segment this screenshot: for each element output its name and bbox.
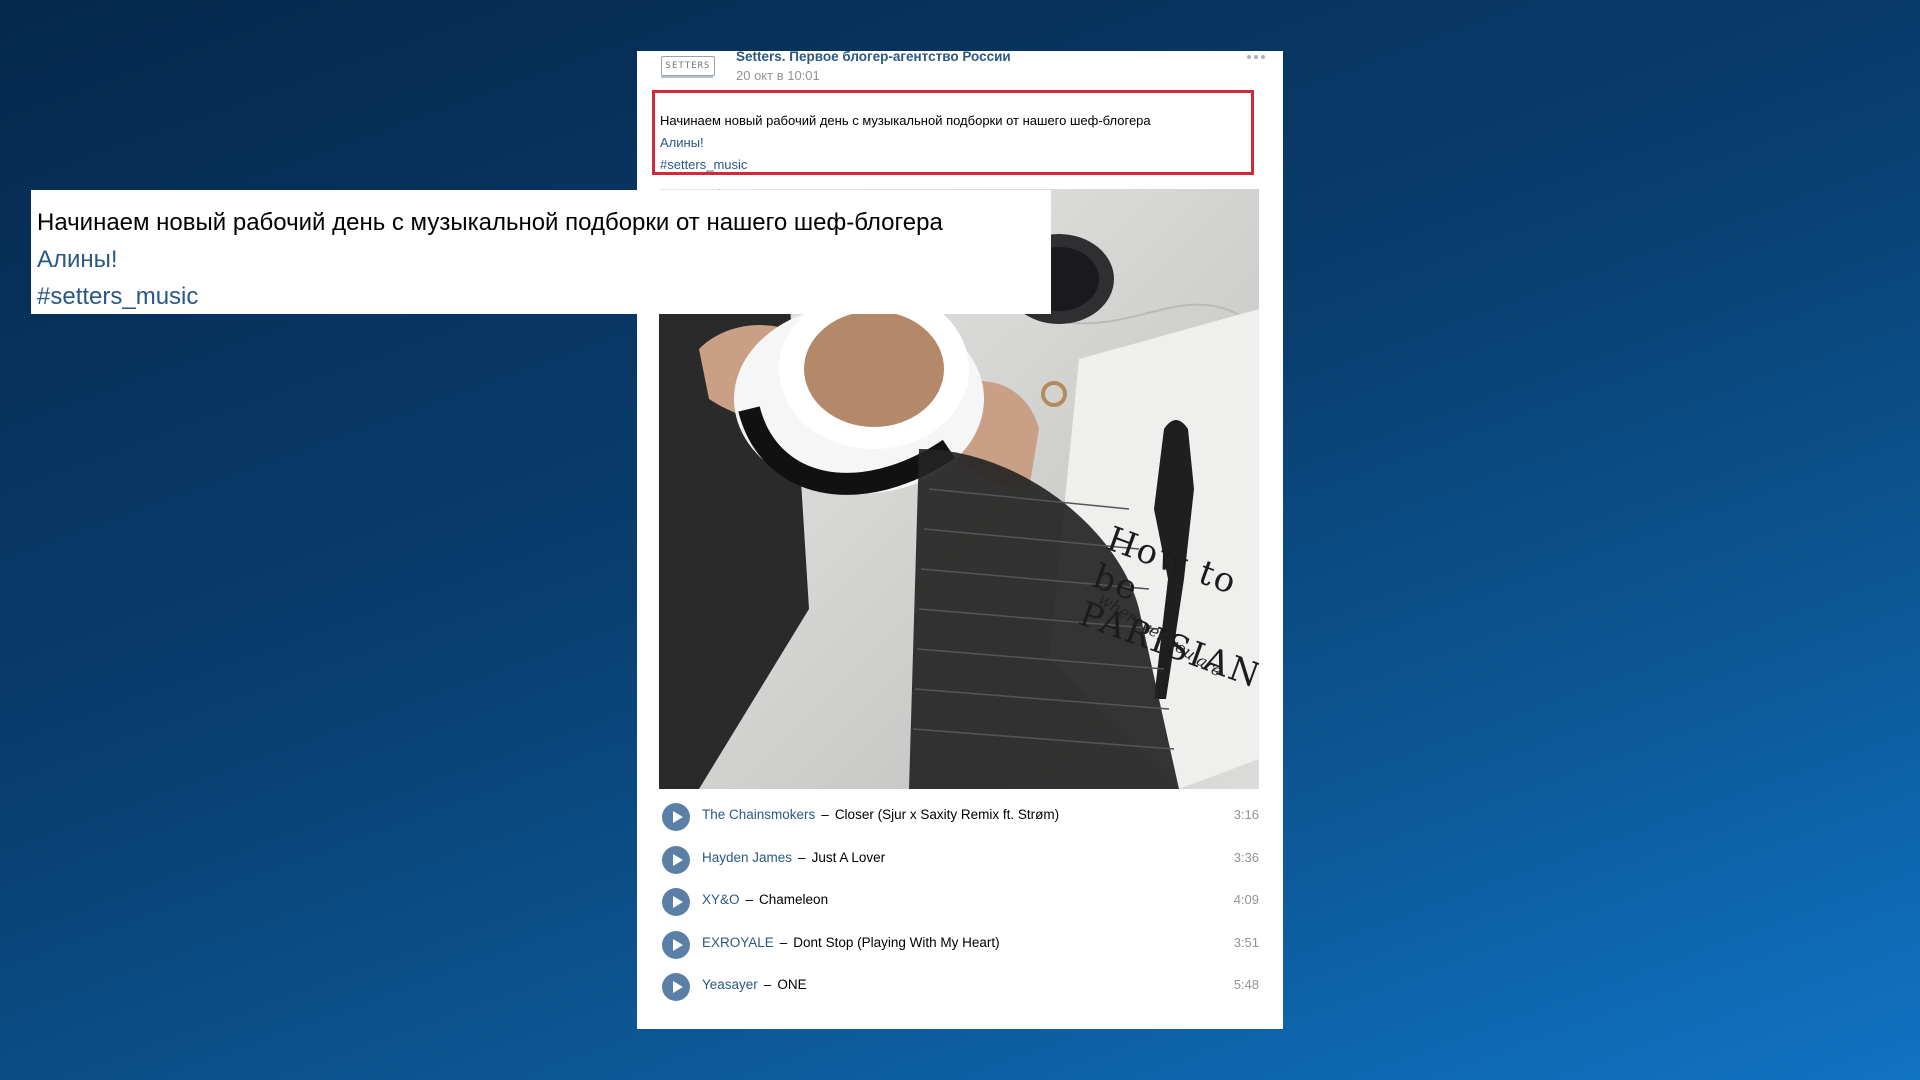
logo-underline xyxy=(661,76,713,78)
play-icon[interactable] xyxy=(662,930,690,959)
track-separator: – xyxy=(763,977,772,992)
play-icon[interactable] xyxy=(662,888,690,916)
track-duration: 4:09 xyxy=(1233,892,1259,907)
track-info: The Chainsmokers – Closer (Sjur x Saxity R… xyxy=(702,807,1059,822)
track-title[interactable]: Chameleon xyxy=(759,892,828,907)
track-duration: 3:51 xyxy=(1233,934,1259,950)
play-icon[interactable] xyxy=(662,973,690,1001)
zoomed-post-text: Начинаем новый рабочий день с музыкально… xyxy=(37,204,1047,315)
audio-track[interactable]: Hayden James – Just A Lover 3:36 xyxy=(659,840,1261,883)
track-artist-link[interactable]: Hayden James xyxy=(702,850,792,865)
slide: SETTERS Setters. Первое блогер-агентство… xyxy=(0,0,1920,1080)
track-separator: – xyxy=(821,807,829,822)
post-header: SETTERS Setters. Первое блогер-агентство… xyxy=(637,49,1283,91)
track-artist-link[interactable]: The Chainsmokers xyxy=(702,807,815,822)
hashtag-link[interactable]: #setters_music xyxy=(660,154,1260,176)
audio-track[interactable]: The Chainsmokers – Closer (Sjur x Saxity R… xyxy=(659,797,1261,840)
track-artist-link[interactable]: Yeasayer xyxy=(702,977,758,992)
track-separator: – xyxy=(745,892,754,907)
post-date-link[interactable]: 20 окт в 10:01 xyxy=(736,68,820,83)
audio-track[interactable]: Yeasayer – ONE 5:48 xyxy=(659,967,1261,1010)
track-info: Yeasayer – ONE xyxy=(702,977,807,992)
zoomed-hashtag: #setters_music xyxy=(37,283,199,310)
track-info: EXROYALE – Dont Stop (Playing With My Hear… xyxy=(702,935,1000,950)
mention-link[interactable]: Алины! xyxy=(660,132,1260,154)
track-info: Hayden James – Just A Lover xyxy=(702,850,885,865)
audio-playlist: The Chainsmokers – Closer (Sjur x Saxity R… xyxy=(659,797,1261,1010)
play-icon[interactable] xyxy=(662,845,690,874)
post-text: Начинаем новый рабочий день с музыкально… xyxy=(660,110,1260,176)
play-icon[interactable] xyxy=(662,803,690,831)
track-title[interactable]: ONE xyxy=(777,977,806,992)
community-logo[interactable]: SETTERS xyxy=(661,56,715,76)
audio-track[interactable]: XY&O – Chameleon 4:09 xyxy=(659,882,1261,925)
track-title[interactable]: Just A Lover xyxy=(812,850,886,865)
track-duration: 3:16 xyxy=(1233,807,1259,822)
track-separator: – xyxy=(779,934,788,950)
zoomed-text-line: Начинаем новый рабочий день с музыкально… xyxy=(37,209,943,236)
audio-track[interactable]: EXROYALE – Dont Stop (Playing With My Hear… xyxy=(659,925,1261,968)
track-artist-link[interactable]: XY&O xyxy=(702,892,740,907)
track-duration: 5:48 xyxy=(1233,977,1259,992)
community-name-link[interactable]: Setters. Первое блогер-агентство России xyxy=(736,49,1011,64)
zoomed-text-callout: Начинаем новый рабочий день с музыкально… xyxy=(31,190,1051,314)
track-info: XY&O – Chameleon xyxy=(702,892,828,907)
track-title[interactable]: Dont Stop (Playing With My Heart) xyxy=(793,935,999,950)
track-artist-link[interactable]: EXROYALE xyxy=(702,935,774,950)
post-text-line: Начинаем новый рабочий день с музыкально… xyxy=(660,113,1151,128)
track-title[interactable]: Closer (Sjur x Saxity Remix ft. Strøm) xyxy=(835,807,1059,822)
more-icon[interactable] xyxy=(1247,55,1265,59)
zoomed-mention: Алины! xyxy=(37,246,118,273)
track-separator: – xyxy=(798,849,806,865)
track-duration: 3:36 xyxy=(1233,849,1259,865)
